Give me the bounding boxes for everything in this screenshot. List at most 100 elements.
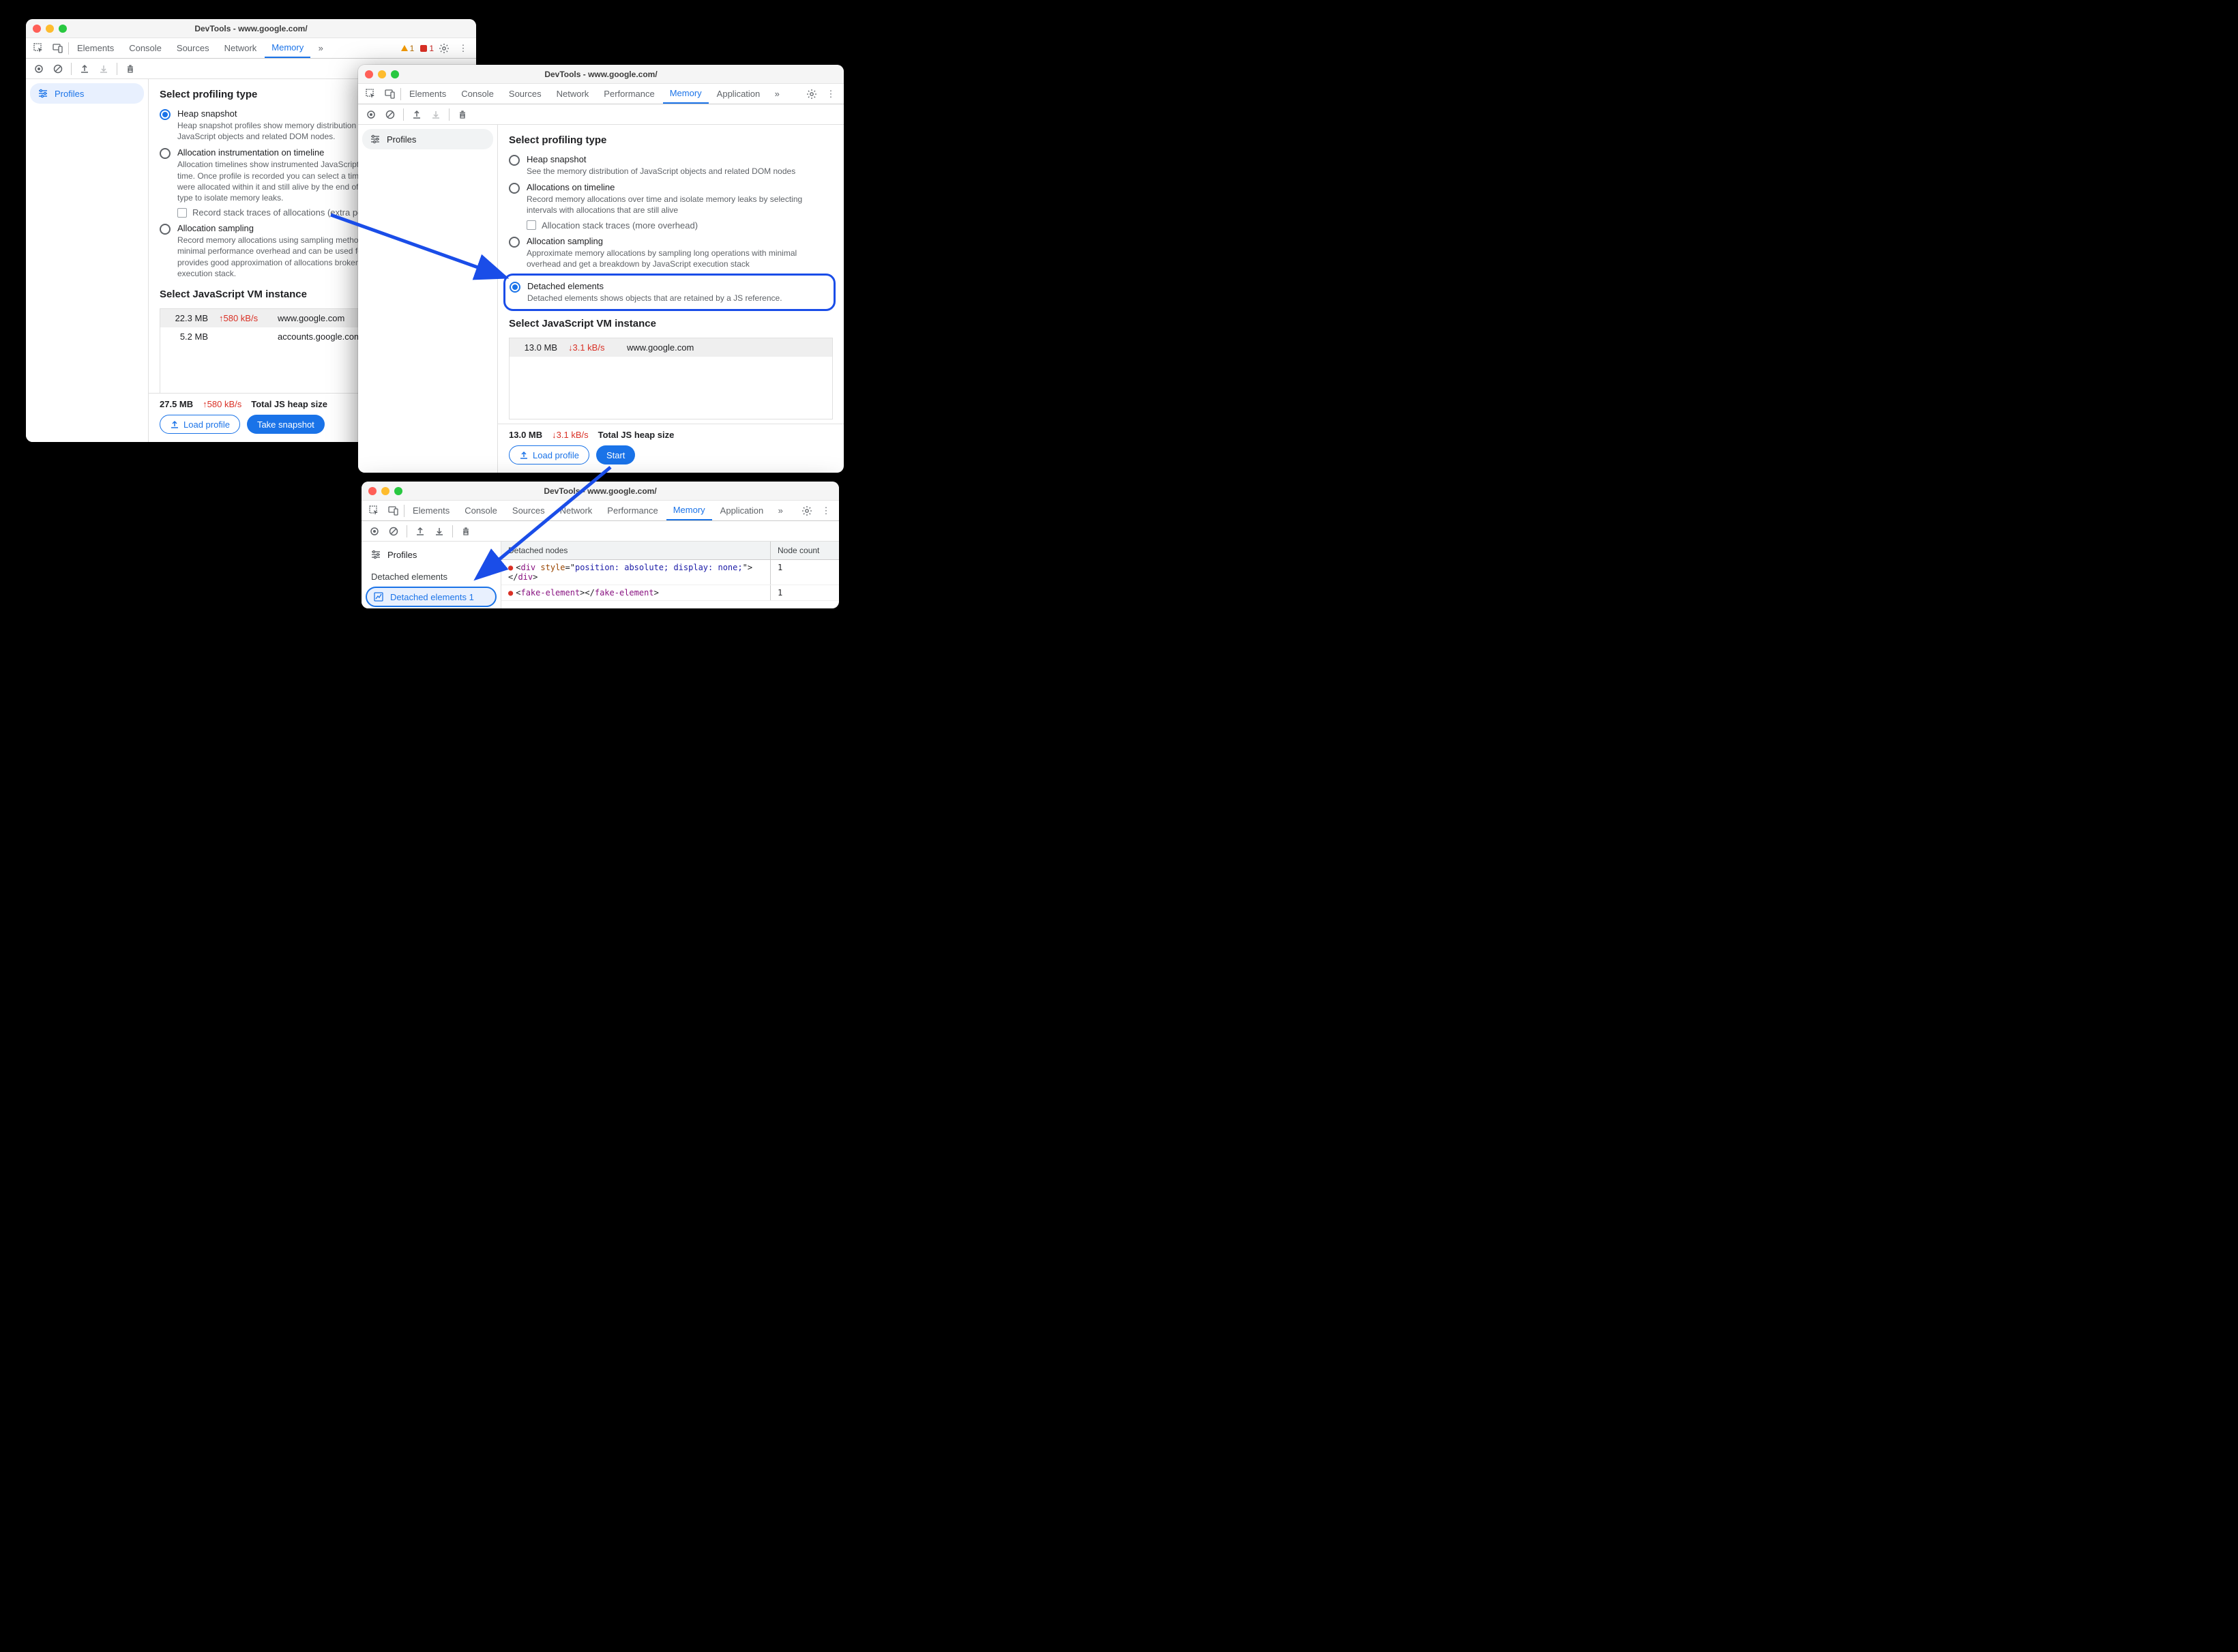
gear-icon[interactable] <box>798 502 816 520</box>
radio[interactable] <box>160 148 171 159</box>
radio-checked[interactable] <box>160 109 171 120</box>
sidebar-item-profiles[interactable]: Profiles <box>362 129 493 149</box>
sidebar-item-profiles[interactable]: Profiles <box>30 83 144 104</box>
tab-memory[interactable]: Memory <box>663 84 709 104</box>
tab-sources[interactable]: Sources <box>170 38 216 58</box>
record-icon[interactable] <box>33 63 45 75</box>
col-detached-nodes[interactable]: Detached nodes <box>501 542 771 559</box>
gc-icon[interactable] <box>456 108 469 121</box>
tab-performance[interactable]: Performance <box>597 84 661 104</box>
tab-sources[interactable]: Sources <box>505 501 552 520</box>
download-icon[interactable] <box>433 525 445 537</box>
tab-memory[interactable]: Memory <box>265 38 310 58</box>
start-button[interactable]: Start <box>596 445 635 464</box>
tab-console[interactable]: Console <box>122 38 168 58</box>
download-icon[interactable] <box>98 63 110 75</box>
option-allocations-timeline[interactable]: Allocations on timeline Record memory al… <box>509 182 833 216</box>
more-tabs-icon[interactable]: » <box>312 40 329 57</box>
checkbox-stack-traces[interactable]: Allocation stack traces (more overhead) <box>527 220 833 231</box>
tab-performance[interactable]: Performance <box>600 501 664 520</box>
vm-url: www.google.com <box>627 342 694 353</box>
traffic-lights[interactable] <box>33 25 67 33</box>
more-tabs-icon[interactable]: » <box>768 85 786 103</box>
device-icon[interactable] <box>381 85 399 103</box>
upload-icon[interactable] <box>414 525 426 537</box>
device-icon[interactable] <box>49 40 67 57</box>
sidebar-item-result[interactable]: Detached elements 1 <box>366 587 497 607</box>
load-profile-button[interactable]: Load profile <box>509 445 589 464</box>
highlighted-option-detached: Detached elements Detached elements show… <box>503 274 836 311</box>
load-profile-button[interactable]: Load profile <box>160 415 240 434</box>
memory-toolbar <box>362 521 839 542</box>
clear-icon[interactable] <box>387 525 400 537</box>
tab-application[interactable]: Application <box>710 84 767 104</box>
gc-icon[interactable] <box>124 63 136 75</box>
zoom-icon[interactable] <box>59 25 67 33</box>
vm-row[interactable]: 13.0 MB ↓3.1 kB/s www.google.com <box>510 338 832 357</box>
kebab-icon[interactable]: ⋮ <box>822 85 840 103</box>
kebab-icon[interactable]: ⋮ <box>817 502 835 520</box>
radio[interactable] <box>509 155 520 166</box>
radio[interactable] <box>160 224 171 235</box>
zoom-icon[interactable] <box>391 70 399 78</box>
zoom-icon[interactable] <box>394 487 402 495</box>
tab-network[interactable]: Network <box>550 84 596 104</box>
radio-checked[interactable] <box>510 282 520 293</box>
clear-icon[interactable] <box>384 108 396 121</box>
vm-size: 5.2 MB <box>167 331 208 342</box>
option-heap-snapshot[interactable]: Heap snapshot See the memory distributio… <box>509 154 833 177</box>
inspect-icon[interactable] <box>30 40 48 57</box>
device-icon[interactable] <box>385 502 402 520</box>
table-row[interactable]: <fake-element></fake-element> 1 <box>501 585 839 601</box>
tab-console[interactable]: Console <box>458 501 504 520</box>
traffic-lights[interactable] <box>368 487 402 495</box>
tab-sources[interactable]: Sources <box>502 84 548 104</box>
option-title: Heap snapshot <box>527 154 795 164</box>
gear-icon[interactable] <box>435 40 453 57</box>
option-allocation-sampling[interactable]: Allocation sampling Approximate memory a… <box>509 236 833 269</box>
gear-icon[interactable] <box>803 85 821 103</box>
take-snapshot-button[interactable]: Take snapshot <box>247 415 325 434</box>
option-desc: Detached elements shows objects that are… <box>527 293 782 304</box>
minimize-icon[interactable] <box>381 487 389 495</box>
checkbox-icon[interactable] <box>177 208 187 218</box>
sidebar-item-profiles[interactable]: Profiles <box>362 544 501 565</box>
minimize-icon[interactable] <box>378 70 386 78</box>
download-icon[interactable] <box>430 108 442 121</box>
record-icon[interactable] <box>365 108 377 121</box>
node-html: <fake-element></fake-element> <box>501 585 771 600</box>
sidebar-section: Detached elements <box>362 565 501 585</box>
traffic-lights[interactable] <box>365 70 399 78</box>
option-detached-elements[interactable]: Detached elements Detached elements show… <box>510 281 827 304</box>
radio[interactable] <box>509 183 520 194</box>
record-icon[interactable] <box>368 525 381 537</box>
gc-icon[interactable] <box>460 525 472 537</box>
errors-badge[interactable]: 1 <box>419 44 434 53</box>
col-node-count[interactable]: Node count <box>771 542 839 559</box>
checkbox-icon[interactable] <box>527 220 536 230</box>
tab-elements[interactable]: Elements <box>406 501 456 520</box>
tab-elements[interactable]: Elements <box>70 38 121 58</box>
close-icon[interactable] <box>368 487 377 495</box>
more-tabs-icon[interactable]: » <box>771 502 789 520</box>
tab-network[interactable]: Network <box>218 38 264 58</box>
tab-network[interactable]: Network <box>553 501 600 520</box>
node-html: <div style="position: absolute; display:… <box>501 560 771 585</box>
table-row[interactable]: <div style="position: absolute; display:… <box>501 560 839 585</box>
inspect-icon[interactable] <box>362 85 380 103</box>
sliders-icon <box>371 550 381 559</box>
radio[interactable] <box>509 237 520 248</box>
tab-elements[interactable]: Elements <box>402 84 453 104</box>
upload-icon[interactable] <box>411 108 423 121</box>
close-icon[interactable] <box>33 25 41 33</box>
tab-memory[interactable]: Memory <box>666 501 712 520</box>
inspect-icon[interactable] <box>366 502 383 520</box>
close-icon[interactable] <box>365 70 373 78</box>
warnings-badge[interactable]: 1 <box>400 44 415 53</box>
tab-application[interactable]: Application <box>713 501 771 520</box>
kebab-icon[interactable]: ⋮ <box>454 40 472 57</box>
minimize-icon[interactable] <box>46 25 54 33</box>
tab-console[interactable]: Console <box>454 84 501 104</box>
clear-icon[interactable] <box>52 63 64 75</box>
upload-icon[interactable] <box>78 63 91 75</box>
